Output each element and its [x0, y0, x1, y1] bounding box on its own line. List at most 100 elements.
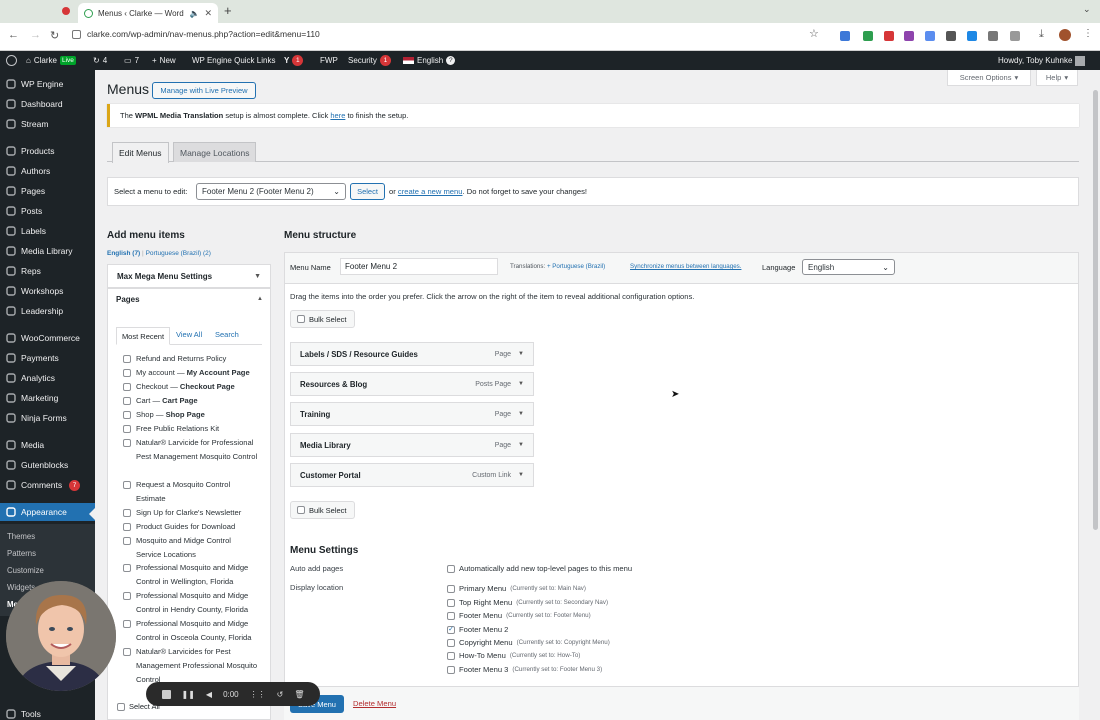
menu-select-dropdown[interactable]: Footer Menu 2 (Footer Menu 2) ⌄	[196, 183, 346, 200]
location-checkbox[interactable]	[447, 598, 455, 607]
drag-handle-icon[interactable]: ⋮⋮	[250, 690, 266, 699]
yoast-link[interactable]: Y1	[284, 51, 304, 70]
sidebar-item-stream[interactable]: Stream	[0, 115, 95, 133]
notice-here-link[interactable]: here	[330, 111, 345, 120]
page-list-item[interactable]: Free Public Relations Kit	[123, 422, 258, 436]
page-list-item[interactable]: Cart — Cart Page	[123, 394, 258, 408]
caret-down-icon[interactable]: ▼	[518, 411, 524, 417]
page-list-item[interactable]: Natular® Larvicides for Pest Management …	[123, 645, 258, 686]
caret-down-icon[interactable]: ▼	[518, 472, 524, 478]
tab-edit-menus[interactable]: Edit Menus	[112, 142, 169, 163]
menu-item[interactable]: Resources & Blog Posts Page ▼	[290, 372, 534, 396]
page-checkbox[interactable]	[123, 523, 131, 531]
extension-4-icon[interactable]	[904, 31, 914, 41]
sidebar-item-payments[interactable]: Payments	[0, 349, 95, 367]
bookmark-star-icon[interactable]: ☆	[809, 27, 819, 40]
site-info-icon[interactable]	[72, 30, 81, 39]
caret-down-icon[interactable]: ▼	[518, 351, 524, 357]
sidebar-item-appearance[interactable]: Appearance	[0, 503, 95, 521]
download-icon[interactable]: ⤓	[1039, 28, 1044, 41]
site-name-link[interactable]: ⌂ Clarke Live	[26, 51, 76, 70]
trash-icon[interactable]: 🗑	[294, 690, 304, 699]
location-checkbox[interactable]	[447, 651, 455, 660]
display-location-option[interactable]: Footer Menu 3 (Currently set to: Footer M…	[447, 665, 602, 674]
page-list-item[interactable]: Sign Up for Clarke's Newsletter	[123, 506, 258, 520]
page-checkbox[interactable]	[123, 620, 131, 628]
menu-item[interactable]: Media Library Page ▼	[290, 433, 534, 457]
page-checkbox[interactable]	[123, 355, 131, 363]
menu-item[interactable]: Customer Portal Custom Link ▼	[290, 463, 534, 487]
page-list-item[interactable]: Professional Mosquito and Midge Control …	[123, 617, 258, 645]
select-menu-button[interactable]: Select	[350, 183, 385, 200]
display-location-option[interactable]: ✓ Footer Menu 2	[447, 625, 512, 634]
page-checkbox[interactable]	[123, 537, 131, 545]
tab-search-pages[interactable]: Search	[215, 330, 239, 339]
page-list-item[interactable]: Professional Mosquito and Midge Control …	[123, 589, 258, 617]
submenu-themes[interactable]: Themes	[0, 528, 95, 544]
sidebar-item-authors[interactable]: Authors	[0, 162, 95, 180]
sidebar-item-labels[interactable]: Labels	[0, 222, 95, 240]
fwp-link[interactable]: FWP	[320, 51, 338, 70]
page-list-item[interactable]: Refund and Returns Policy	[123, 352, 258, 366]
extension-5-icon[interactable]	[925, 31, 935, 41]
rewind-icon[interactable]: ◀	[206, 690, 212, 699]
menu-language-select[interactable]: English ⌄	[802, 259, 895, 275]
lang-portuguese-link[interactable]: Portuguese (Brazil) (2)	[146, 250, 211, 257]
page-list-item[interactable]: Professional Mosquito and Midge Control …	[123, 561, 258, 589]
stop-icon[interactable]	[161, 689, 171, 699]
translation-portuguese-link[interactable]: + Portuguese (Brazil)	[547, 263, 605, 270]
page-checkbox[interactable]	[123, 439, 131, 447]
browser-menu-icon[interactable]: ⋮	[1083, 28, 1093, 39]
caret-down-icon[interactable]: ▼	[518, 381, 524, 387]
page-checkbox[interactable]	[123, 425, 131, 433]
extensions-puzzle-icon[interactable]	[1010, 31, 1020, 41]
page-checkbox[interactable]	[123, 383, 131, 391]
menu-item[interactable]: Training Page ▼	[290, 402, 534, 426]
tab-close-icon[interactable]: ✕	[204, 8, 212, 19]
page-list-item[interactable]: My account — My Account Page	[123, 366, 258, 380]
howdy-user-menu[interactable]: Howdy, Toby Kuhnke	[998, 51, 1086, 70]
sidebar-item-products[interactable]: Products	[0, 142, 95, 160]
extension-3-icon[interactable]	[884, 31, 894, 41]
sidebar-item-reps[interactable]: Reps	[0, 262, 95, 280]
location-checkbox[interactable]	[447, 638, 455, 647]
url-field[interactable]: clarke.com/wp-admin/nav-menus.php?action…	[87, 29, 320, 39]
page-checkbox[interactable]	[123, 411, 131, 419]
bulk-select-top[interactable]: Bulk Select	[290, 310, 355, 328]
page-checkbox[interactable]	[123, 564, 131, 572]
sidebar-item-gutenblocks[interactable]: Gutenblocks	[0, 456, 95, 474]
extension-8-icon[interactable]	[988, 31, 998, 41]
display-location-option[interactable]: How-To Menu (Currently set to: How-To)	[447, 651, 580, 660]
display-location-option[interactable]: Copyright Menu (Currently set to: Copyrig…	[447, 638, 610, 647]
page-list-item[interactable]: Checkout — Checkout Page	[123, 380, 258, 394]
tab-view-all[interactable]: View All	[176, 330, 202, 339]
restart-icon[interactable]: ↺	[277, 690, 284, 699]
profile-avatar[interactable]	[1059, 29, 1071, 41]
location-checkbox[interactable]	[447, 611, 455, 620]
sidebar-item-posts[interactable]: Posts	[0, 202, 95, 220]
page-list-item[interactable]: Product Guides for Download	[123, 520, 258, 534]
page-checkbox[interactable]	[123, 509, 131, 517]
page-list-item[interactable]: Shop — Shop Page	[123, 408, 258, 422]
auto-add-checkbox-row[interactable]: Automatically add new top-level pages to…	[447, 564, 632, 573]
create-new-menu-link[interactable]: create a new menu	[398, 187, 463, 196]
delete-menu-link[interactable]: Delete Menu	[353, 699, 396, 708]
page-checkbox[interactable]	[123, 397, 131, 405]
reload-icon[interactable]: ↻	[50, 29, 59, 42]
extension-2-icon[interactable]	[863, 31, 873, 41]
sidebar-item-ninja-forms[interactable]: Ninja Forms	[0, 409, 95, 427]
page-checkbox[interactable]	[123, 369, 131, 377]
caret-up-icon[interactable]: ▲	[257, 296, 263, 302]
back-arrow-icon[interactable]: ←	[8, 29, 19, 41]
wp-logo-icon[interactable]	[6, 51, 17, 70]
sidebar-item-comments[interactable]: Comments 7	[0, 476, 95, 494]
location-checkbox[interactable]	[447, 584, 455, 593]
sidebar-item-woocommerce[interactable]: WooCommerce	[0, 329, 95, 347]
menu-item[interactable]: Labels / SDS / Resource Guides Page ▼	[290, 342, 534, 366]
sidebar-item-leadership[interactable]: Leadership	[0, 302, 95, 320]
live-preview-button[interactable]: Manage with Live Preview	[152, 82, 256, 99]
menu-name-input[interactable]: Footer Menu 2	[340, 258, 498, 275]
updates-link[interactable]: ↻ 4	[93, 51, 107, 70]
bulk-select-bottom[interactable]: Bulk Select	[290, 501, 355, 519]
page-checkbox[interactable]	[123, 592, 131, 600]
